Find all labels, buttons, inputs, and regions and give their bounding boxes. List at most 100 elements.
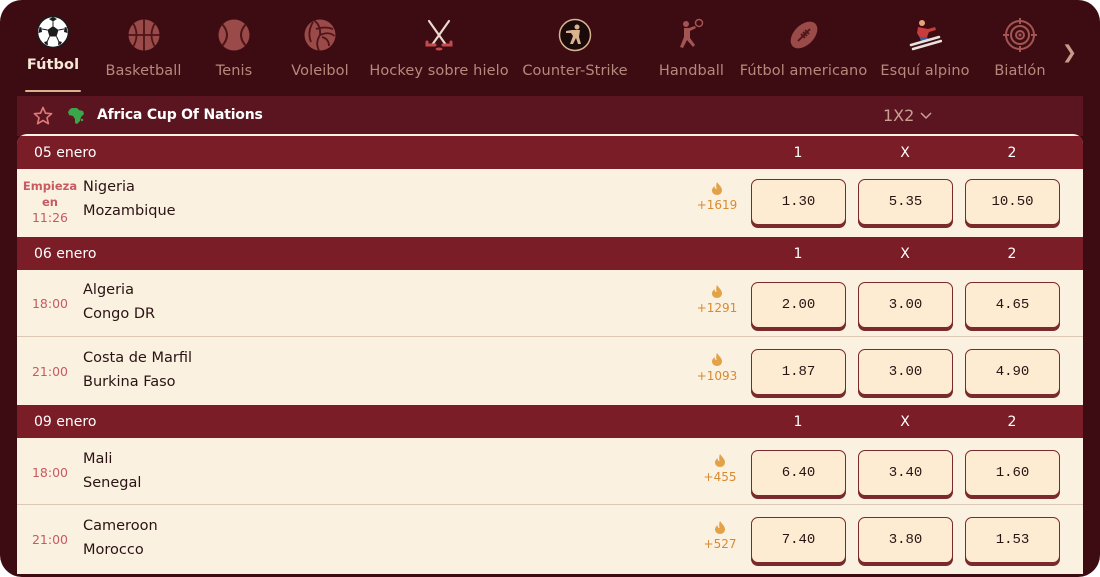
match-row[interactable]: 21:00 Cameroon Morocco +527 7.40 3.80 1.…	[17, 506, 1083, 573]
sports-tabs: Fútbol Basketball Tenis Voleibol Hockey …	[17, 0, 1100, 96]
home-team: Cameroon	[83, 518, 158, 534]
away-team: Morocco	[83, 542, 144, 558]
tab-label: Basketball	[105, 63, 182, 79]
column-header-2: 2	[1007, 246, 1017, 262]
column-header-x: X	[900, 145, 910, 161]
alpine-ski-icon	[908, 18, 942, 52]
tab-futbol[interactable]: Fútbol	[17, 0, 89, 96]
tab-label: Counter-Strike	[522, 63, 628, 79]
match-row[interactable]: 21:00 Costa de Marfil Burkina Faso +1093…	[17, 338, 1083, 405]
home-team: Nigeria	[83, 179, 135, 195]
popularity: +1619	[692, 182, 742, 212]
date-label: 06 enero	[34, 246, 97, 262]
odd-button-1[interactable]: 2.00	[751, 282, 846, 328]
favorite-star-icon[interactable]	[33, 106, 53, 126]
odd-button-2[interactable]: 10.50	[965, 179, 1060, 225]
odd-button-2[interactable]: 1.60	[965, 450, 1060, 496]
popularity: +527	[695, 521, 745, 551]
odd-button-x[interactable]: 3.80	[858, 517, 953, 563]
home-team: Mali	[83, 451, 113, 467]
tab-label: Fútbol	[26, 57, 80, 73]
flame-icon	[712, 285, 722, 298]
tennis-ball-icon	[217, 18, 251, 52]
soccer-ball-icon	[36, 15, 70, 49]
away-team: Congo DR	[83, 306, 156, 322]
date-header: 09 enero 1 X 2	[17, 405, 1083, 438]
basketball-icon	[127, 18, 161, 52]
match-time: 21:00	[31, 532, 69, 547]
odd-button-2[interactable]: 4.65	[965, 282, 1060, 328]
column-header-1: 1	[793, 145, 803, 161]
home-team: Algeria	[83, 282, 134, 298]
odd-button-1[interactable]: 1.30	[751, 179, 846, 225]
tab-esqui-alpino[interactable]: Esquí alpino	[866, 0, 984, 96]
away-team: Burkina Faso	[83, 374, 176, 390]
flame-icon	[712, 353, 722, 366]
odd-button-x[interactable]: 3.40	[858, 450, 953, 496]
odd-button-1[interactable]: 7.40	[751, 517, 846, 563]
match-time: 18:00	[31, 296, 69, 311]
league-name: Africa Cup Of Nations	[97, 107, 263, 123]
match-time: 18:00	[31, 465, 69, 480]
tab-label: Voleibol	[291, 63, 349, 79]
away-team: Mozambique	[83, 203, 176, 219]
date-header: 05 enero 1 X 2	[17, 136, 1083, 169]
away-team: Senegal	[83, 475, 142, 491]
tab-counter-strike[interactable]: Counter-Strike	[508, 0, 642, 96]
popularity: +1093	[692, 353, 742, 383]
handball-icon	[675, 18, 709, 52]
tab-label: Biatlón	[994, 63, 1046, 79]
tab-label: Fútbol americano	[739, 63, 868, 79]
column-header-x: X	[900, 246, 910, 262]
column-header-x: X	[900, 414, 910, 430]
odd-button-2[interactable]: 1.53	[965, 517, 1060, 563]
market-label: 1X2	[883, 106, 915, 125]
odd-button-1[interactable]: 6.40	[751, 450, 846, 496]
popularity: +455	[695, 454, 745, 484]
tab-label: Esquí alpino	[880, 63, 970, 79]
date-header: 06 enero 1 X 2	[17, 237, 1083, 270]
counter-strike-icon	[558, 18, 592, 52]
date-label: 09 enero	[34, 414, 97, 430]
flame-icon	[715, 454, 725, 467]
tab-basketball[interactable]: Basketball	[89, 0, 198, 96]
odd-button-2[interactable]: 4.90	[965, 349, 1060, 395]
home-team: Costa de Marfil	[83, 350, 192, 366]
date-label: 05 enero	[34, 145, 97, 161]
tab-label: Hockey sobre hielo	[369, 63, 509, 79]
column-header-1: 1	[793, 414, 803, 430]
odd-button-1[interactable]: 1.87	[751, 349, 846, 395]
flame-icon	[712, 182, 722, 195]
match-time: 21:00	[31, 364, 69, 379]
odd-button-x[interactable]: 5.35	[858, 179, 953, 225]
app-frame: Fútbol Basketball Tenis Voleibol Hockey …	[0, 0, 1100, 577]
tab-handball[interactable]: Handball	[642, 0, 741, 96]
american-football-icon	[787, 18, 821, 52]
tab-label: Tenis	[215, 63, 253, 79]
chevron-down-icon	[920, 111, 932, 119]
tab-label: Handball	[658, 63, 725, 79]
odd-button-x[interactable]: 3.00	[858, 282, 953, 328]
africa-continent-icon	[68, 108, 84, 124]
column-header-2: 2	[1007, 145, 1017, 161]
column-header-2: 2	[1007, 414, 1017, 430]
column-header-1: 1	[793, 246, 803, 262]
biathlon-target-icon	[1003, 18, 1037, 52]
tab-hockey-sobre-hielo[interactable]: Hockey sobre hielo	[369, 0, 509, 96]
popularity: +1291	[692, 285, 742, 315]
match-row[interactable]: 18:00 Algeria Congo DR +1291 2.00 3.00 4…	[17, 270, 1083, 337]
odd-button-x[interactable]: 3.00	[858, 349, 953, 395]
league-header: Africa Cup Of Nations 1X2	[17, 96, 1083, 136]
tab-voleibol[interactable]: Voleibol	[270, 0, 370, 96]
flame-icon	[715, 521, 725, 534]
tab-tenis[interactable]: Tenis	[198, 0, 270, 96]
ice-hockey-icon	[422, 18, 456, 52]
tab-futbol-americano[interactable]: Fútbol americano	[739, 0, 868, 96]
match-row[interactable]: 18:00 Mali Senegal +455 6.40 3.40 1.60	[17, 438, 1083, 505]
tab-biatlon[interactable]: Biatlón	[984, 0, 1056, 96]
matches-panel: 05 enero 1 X 2 Empieza en 11:26 Nigeria …	[17, 134, 1083, 574]
market-selector[interactable]: 1X2	[883, 106, 932, 125]
match-start-countdown: Empieza en 11:26	[22, 179, 78, 225]
match-row[interactable]: Empieza en 11:26 Nigeria Mozambique +161…	[17, 169, 1083, 236]
chevron-right-icon[interactable]: ❯	[1062, 42, 1077, 63]
